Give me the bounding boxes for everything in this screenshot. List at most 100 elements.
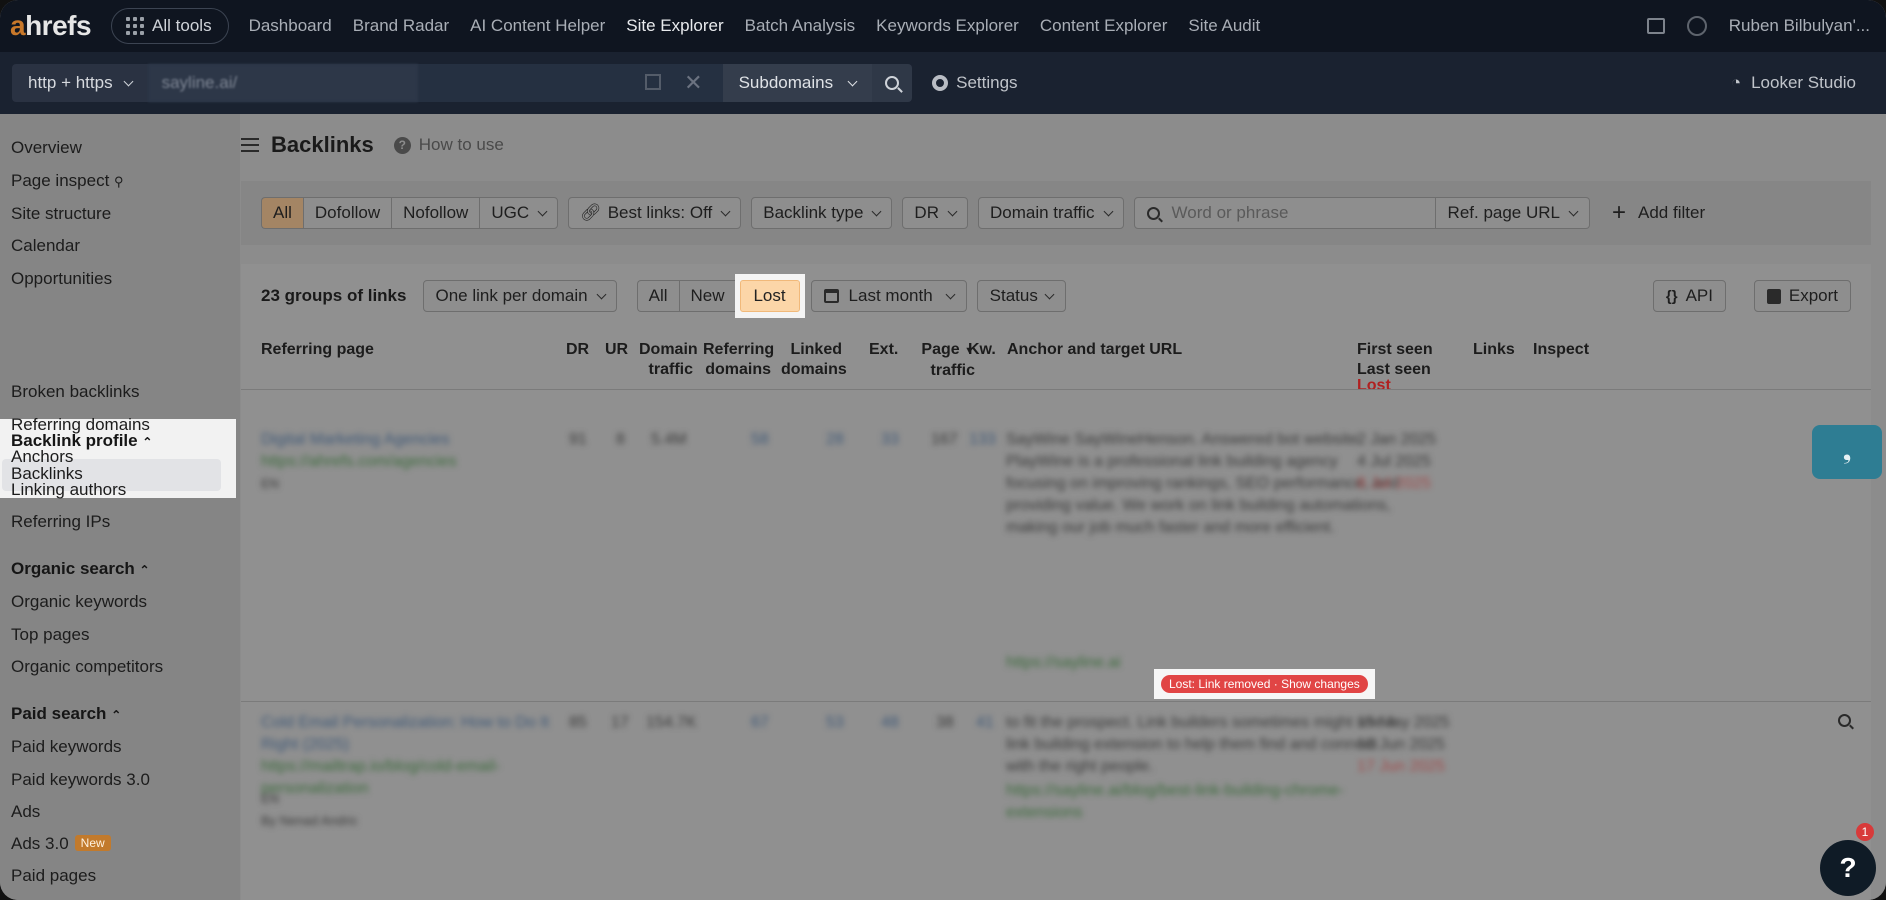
sidebar-item-site-structure[interactable]: Site structure <box>11 204 111 224</box>
row-target-url[interactable]: https://sayline.ai <box>1006 652 1121 674</box>
row-linked-domains[interactable]: 28 <box>826 429 844 451</box>
menu-icon[interactable] <box>241 138 259 152</box>
chevron-down-icon <box>1044 289 1055 299</box>
filter-bar: All Dofollow Nofollow UGC 🔗︎ Best links: … <box>241 181 1871 245</box>
nav-site-audit[interactable]: Site Audit <box>1188 16 1260 36</box>
sidebar-section-paid-search[interactable]: Paid search ⌃ <box>11 704 121 724</box>
inbox-icon[interactable] <box>1646 18 1665 34</box>
filter-ugc[interactable]: UGC <box>479 197 559 229</box>
row-title[interactable]: Digital Marketing Agencies <box>261 429 450 451</box>
protocol-select[interactable]: http + https <box>12 64 148 102</box>
filter-best-links[interactable]: 🔗︎ Best links: Off <box>568 197 742 229</box>
user-menu[interactable]: Ruben Bilbulyan'... <box>1729 16 1870 36</box>
nav-site-explorer[interactable]: Site Explorer <box>626 16 723 36</box>
export-button[interactable]: Export <box>1753 280 1851 312</box>
how-to-use-link[interactable]: ? How to use <box>393 135 504 155</box>
col-anchor[interactable]: Anchor and target URL <box>1007 340 1182 360</box>
credits-gauge-icon[interactable] <box>1686 16 1707 36</box>
filter-nofollow[interactable]: Nofollow <box>391 197 480 229</box>
settings-button[interactable]: Settings <box>932 73 1018 93</box>
col-dates[interactable]: First seen Last seen Lost <box>1357 340 1433 400</box>
looker-studio-button[interactable]: ◔ Looker Studio <box>1731 52 1856 114</box>
date-range-select[interactable]: Last month <box>810 280 967 312</box>
row-ext[interactable]: 48 <box>881 712 899 734</box>
sidebar-item-page-inspect[interactable]: Page inspect ⚲ <box>11 171 124 191</box>
col-ur[interactable]: UR <box>605 340 628 360</box>
col-linked-domains[interactable]: Linked domains <box>781 340 847 380</box>
sidebar-item-paid-pages[interactable]: Paid pages <box>11 866 96 886</box>
external-link-icon[interactable] <box>644 74 661 90</box>
ahrefs-logo[interactable]: ahrefs <box>10 10 92 42</box>
col-dr[interactable]: DR <box>566 340 589 360</box>
nav-dashboard[interactable]: Dashboard <box>249 16 332 36</box>
inspect-button[interactable] <box>1838 712 1851 732</box>
ref-page-url-select[interactable]: Ref. page URL <box>1435 197 1590 229</box>
col-ext[interactable]: Ext. <box>869 340 898 360</box>
sidebar-item-organic-keywords[interactable]: Organic keywords <box>11 592 147 612</box>
filter-dr[interactable]: DR <box>902 197 968 229</box>
nav-ai-content-helper[interactable]: AI Content Helper <box>470 16 605 36</box>
sidebar-item-overview[interactable]: Overview <box>11 138 82 158</box>
row-linked-domains[interactable]: 53 <box>826 712 844 734</box>
row-url[interactable]: https://ahrefs.com/agencies <box>261 451 457 473</box>
nav-keywords-explorer[interactable]: Keywords Explorer <box>876 16 1019 36</box>
sidebar-section-organic-search[interactable]: Organic search ⌃ <box>11 559 150 579</box>
col-links[interactable]: Links <box>1473 340 1515 360</box>
sidebar-item-top-pages[interactable]: Top pages <box>11 625 89 645</box>
search-button[interactable] <box>872 64 913 102</box>
row-kw[interactable]: 41 <box>976 712 994 734</box>
row-ref-domains[interactable]: 58 <box>751 429 769 451</box>
side-widget-button[interactable]: ❟ <box>1812 425 1882 479</box>
sidebar-item-linking-authors[interactable]: Linking authors <box>11 480 126 500</box>
help-chat-button[interactable]: ? <box>1820 840 1876 896</box>
filter-backlink-type[interactable]: Backlink type <box>751 197 893 229</box>
row-ext[interactable]: 33 <box>881 429 899 451</box>
col-page-traffic[interactable]: Page ▼ traffic <box>911 340 975 381</box>
sidebar-item-referring-ips[interactable]: Referring IPs <box>11 512 110 532</box>
filter-dofollow[interactable]: Dofollow <box>302 197 392 229</box>
sidebar-item-opportunities[interactable]: Opportunities <box>11 269 112 289</box>
col-kw[interactable]: Kw. <box>968 340 996 360</box>
new-badge: New <box>74 835 111 851</box>
api-button[interactable]: {} API <box>1652 280 1726 312</box>
sidebar-item-ads[interactable]: Ads <box>11 802 40 822</box>
sidebar-item-broken-backlinks[interactable]: Broken backlinks <box>11 382 140 402</box>
filter-all[interactable]: All <box>261 197 303 229</box>
status-select[interactable]: Status <box>976 280 1066 312</box>
sidebar-item-paid-keywords-3[interactable]: Paid keywords 3.0 <box>11 770 150 790</box>
sidebar-item-anchors[interactable]: Anchors <box>11 447 73 467</box>
all-tools-button[interactable]: All tools <box>111 8 229 44</box>
segment-lost[interactable]: Lost <box>739 280 800 312</box>
add-filter-button[interactable]: + Add filter <box>1612 201 1705 225</box>
col-referring-domains[interactable]: Referring domains <box>703 340 774 380</box>
search-input[interactable]: Word or phrase <box>1133 197 1436 229</box>
sidebar-item-paid-keywords[interactable]: Paid keywords <box>11 737 122 757</box>
row-target-url[interactable]: https://sayline.ai/blog/best-link-buildi… <box>1006 780 1401 824</box>
chevron-down-icon <box>1103 206 1113 216</box>
row-ref-domains[interactable]: 67 <box>751 712 769 734</box>
sidebar-item-ads-3[interactable]: Ads 3.0 New <box>11 834 111 854</box>
segment-all[interactable]: All <box>636 280 679 312</box>
grouping-select[interactable]: One link per domain <box>423 280 617 312</box>
row-kw[interactable]: 133 <box>969 429 996 451</box>
url-input[interactable]: sayline.ai/ ✕ <box>147 64 723 102</box>
col-domain-traffic[interactable]: Domain traffic <box>639 340 698 380</box>
sidebar-item-organic-competitors[interactable]: Organic competitors <box>11 657 163 677</box>
row-title[interactable]: Cold Email Personalization: How to Do It… <box>261 712 551 756</box>
nav-content-explorer[interactable]: Content Explorer <box>1040 16 1168 36</box>
braces-icon: {} <box>1665 287 1678 305</box>
row-url[interactable]: https://mailtrap.io/blog/cold-email-pers… <box>261 756 551 800</box>
col-referring-page[interactable]: Referring page <box>261 340 374 360</box>
nav-batch-analysis[interactable]: Batch Analysis <box>745 16 856 36</box>
filter-domain-traffic[interactable]: Domain traffic <box>977 197 1124 229</box>
search-icon <box>885 76 900 90</box>
sidebar-item-referring-domains[interactable]: Referring domains <box>11 415 150 435</box>
row-anchor: SayWine SayWineHenson. Answered bot webs… <box>1006 431 1400 536</box>
segment-new[interactable]: New <box>678 280 736 312</box>
sidebar-item-calendar[interactable]: Calendar <box>11 236 80 256</box>
looker-icon: ◔ <box>1730 73 1742 92</box>
lost-status-badge[interactable]: Lost: Link removed · Show changes <box>1161 675 1368 693</box>
nav-brand-radar[interactable]: Brand Radar <box>353 16 449 36</box>
clear-icon[interactable]: ✕ <box>684 70 702 96</box>
mode-select[interactable]: Subdomains <box>722 64 873 102</box>
